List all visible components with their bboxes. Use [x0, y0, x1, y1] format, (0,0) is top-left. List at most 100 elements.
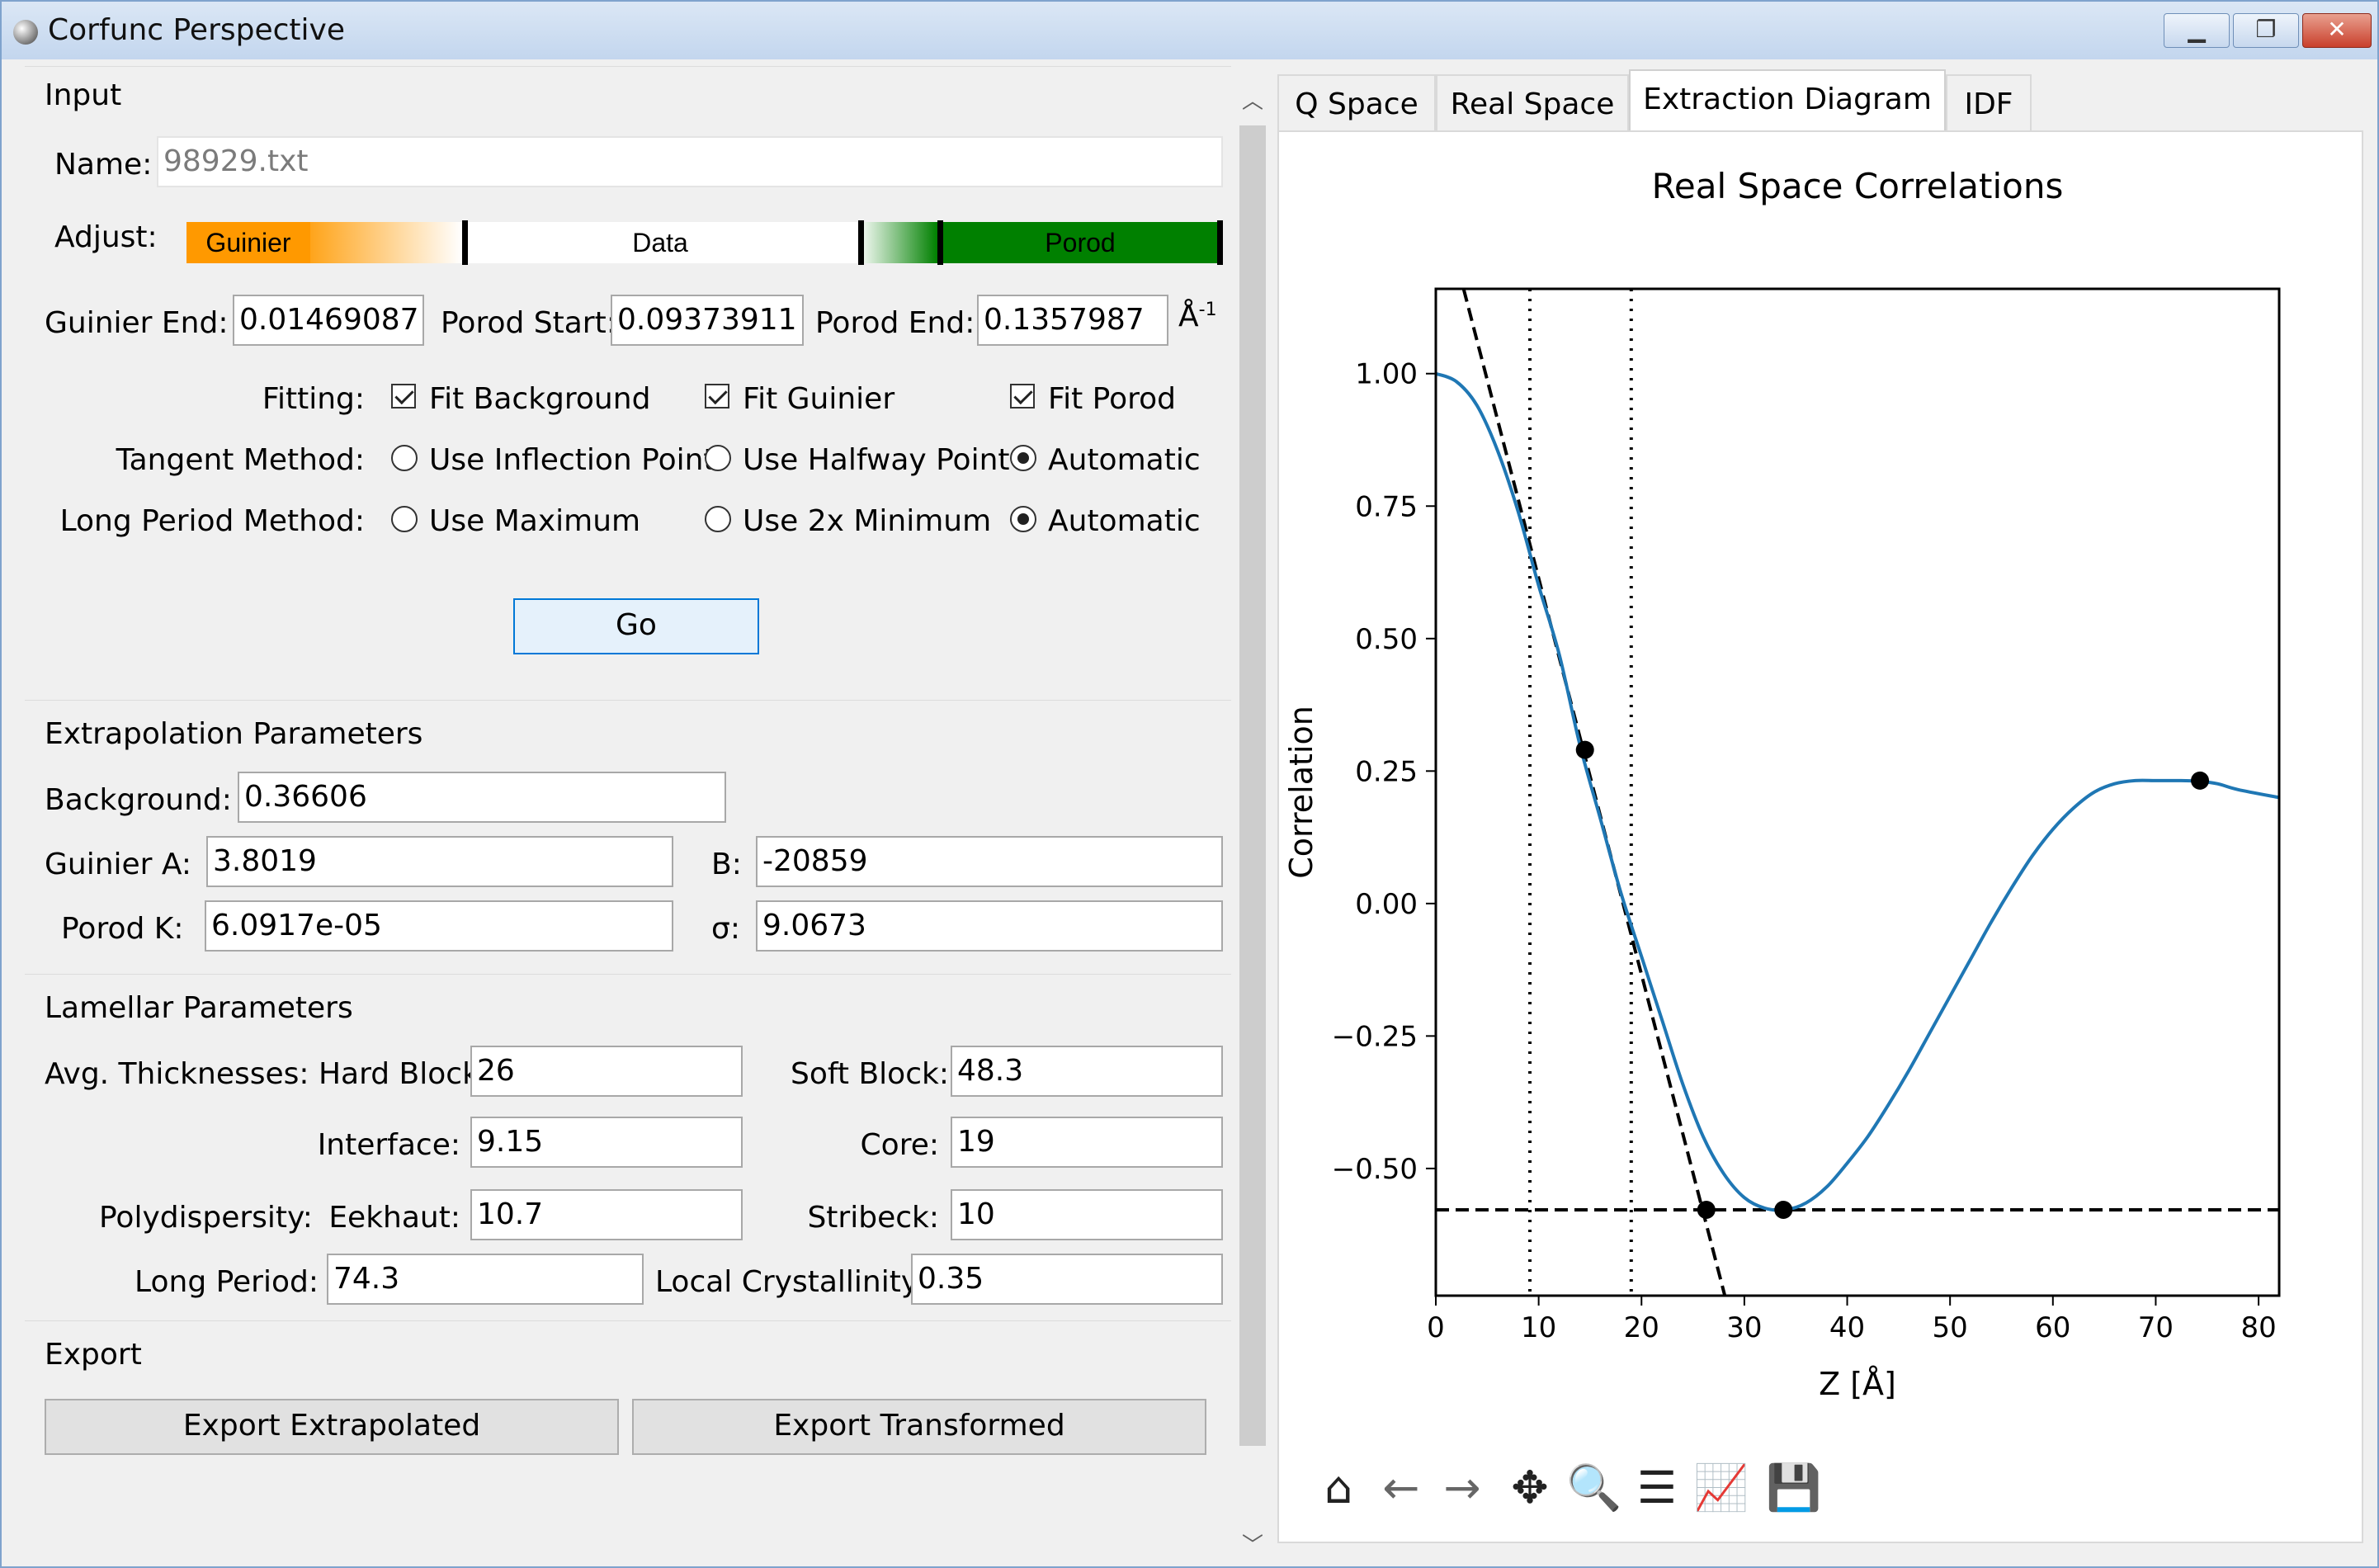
lp-maximum-label: Use Maximum — [429, 504, 641, 538]
guinier-b-field[interactable]: -20859 — [756, 836, 1223, 887]
y-tick-label: 0.75 — [1355, 490, 1418, 523]
app-icon — [13, 20, 38, 45]
input-group: Input Name: 98929.txt Adjust: Guinier Da… — [25, 66, 1231, 693]
tab-real-space[interactable]: Real Space — [1436, 74, 1629, 132]
porod-start-handle[interactable] — [858, 220, 864, 265]
guinier-end-handle[interactable] — [462, 220, 468, 265]
left-panel-scrollbar[interactable]: ︿ ﹀ — [1234, 76, 1271, 1561]
guinier-a-field[interactable]: 3.8019 — [206, 836, 673, 887]
lp-minimum-radio[interactable] — [705, 506, 731, 532]
porod-end-handle[interactable] — [1217, 220, 1223, 265]
export-transformed-button[interactable]: Export Transformed — [632, 1399, 1206, 1455]
porod-fade — [858, 222, 937, 263]
tangent-halfway-label: Use Halfway Point — [743, 443, 1010, 477]
scroll-up-icon[interactable]: ︿ — [1234, 84, 1271, 115]
background-label: Background: — [45, 783, 232, 817]
back-icon[interactable]: ← — [1375, 1459, 1428, 1517]
hard-block-field[interactable]: 26 — [470, 1046, 743, 1097]
porod-end-field[interactable]: 0.1357987 — [977, 295, 1168, 346]
eekhaut-field[interactable]: 10.7 — [470, 1189, 743, 1240]
guinier-end-field[interactable]: 0.01469087 — [233, 295, 424, 346]
long-period-label: Long Period: — [135, 1265, 319, 1299]
tangent-inflection-radio[interactable] — [391, 445, 418, 471]
soft-block-label: Soft Block: — [791, 1057, 949, 1091]
tangent-auto-radio[interactable] — [1010, 445, 1036, 471]
extrapolation-group: Extrapolation Parameters Background: 0.3… — [25, 700, 1231, 969]
fit-guinier-checkbox[interactable] — [705, 384, 729, 409]
fit-background-checkbox[interactable] — [391, 384, 416, 409]
y-tick-label: −0.25 — [1332, 1020, 1418, 1053]
tangent-halfway-radio[interactable] — [705, 445, 731, 471]
adjust-slider[interactable]: Guinier Data Porod — [186, 220, 1223, 265]
eekhaut-label: Eekhaut: — [328, 1201, 460, 1235]
local-crystallinity-field[interactable]: 0.35 — [911, 1254, 1223, 1305]
tangent-method-label: Tangent Method: — [116, 443, 365, 477]
data-region: Data — [462, 222, 858, 263]
interface-field[interactable]: 9.15 — [470, 1117, 743, 1168]
name-label: Name: — [54, 148, 153, 182]
porod-start-field[interactable]: 0.09373911 — [611, 295, 804, 346]
stribeck-field[interactable]: 10 — [951, 1189, 1223, 1240]
fit-background-label: Fit Background — [429, 382, 651, 416]
edit-axis-icon[interactable]: 📈 — [1693, 1459, 1749, 1517]
x-tick-label: 80 — [2240, 1311, 2276, 1344]
adjust-label: Adjust: — [54, 220, 158, 254]
sigma-field[interactable]: 9.0673 — [756, 900, 1223, 952]
porod-region: Porod — [937, 222, 1223, 263]
x-tick-label: 30 — [1726, 1311, 1762, 1344]
export-extrapolated-button[interactable]: Export Extrapolated — [45, 1399, 619, 1455]
unit-label: Å-1 — [1178, 300, 1217, 333]
tangent-auto-label: Automatic — [1048, 443, 1201, 477]
pan-icon[interactable]: ✥ — [1503, 1459, 1556, 1517]
guinier-b-label: B: — [711, 848, 742, 881]
maximize-button[interactable]: ❐ — [2233, 13, 2299, 48]
core-label: Core: — [860, 1128, 939, 1162]
tab-q-space[interactable]: Q Space — [1277, 74, 1436, 132]
chart-title: Real Space Correlations — [1652, 166, 2064, 206]
marker-point — [2191, 771, 2210, 790]
fit-porod-checkbox[interactable] — [1010, 384, 1035, 409]
tab-extraction-diagram[interactable]: Extraction Diagram — [1629, 69, 1946, 134]
marker-point — [1774, 1200, 1793, 1219]
background-field[interactable]: 0.36606 — [238, 772, 726, 823]
guinier-region: Guinier — [186, 222, 310, 263]
chart-xlabel: Z [Å] — [1819, 1366, 1896, 1402]
polydispersity-label: Polydispersity: — [99, 1201, 313, 1235]
name-field[interactable]: 98929.txt — [157, 136, 1223, 187]
tangent-inflection-label: Use Inflection Point — [429, 443, 715, 477]
scroll-down-icon[interactable]: ﹀ — [1234, 1528, 1271, 1559]
core-field[interactable]: 19 — [951, 1117, 1223, 1168]
interface-label: Interface: — [317, 1128, 460, 1162]
title-bar[interactable]: Corfunc Perspective ▁ ❐ ✕ — [2, 2, 2377, 59]
export-group: Export Export Extrapolated Export Transf… — [25, 1320, 1231, 1485]
guinier-end-label: Guinier End: — [45, 306, 229, 340]
lp-maximum-radio[interactable] — [391, 506, 418, 532]
configure-subplots-icon[interactable]: ☰ — [1631, 1459, 1683, 1517]
home-icon[interactable]: ⌂ — [1312, 1459, 1365, 1517]
chart-ylabel: Correlation — [1283, 706, 1319, 879]
guinier-fade — [310, 222, 462, 263]
hard-block-label: Avg. Thicknesses: Hard Block: — [45, 1057, 490, 1091]
x-tick-label: 20 — [1624, 1311, 1659, 1344]
input-group-title: Input — [45, 78, 122, 112]
zoom-icon[interactable]: 🔍 — [1566, 1459, 1621, 1517]
minimize-button[interactable]: ▁ — [2164, 13, 2230, 48]
soft-block-field[interactable]: 48.3 — [951, 1046, 1223, 1097]
forward-icon[interactable]: → — [1436, 1459, 1489, 1517]
go-button[interactable]: Go — [513, 598, 759, 654]
x-tick-label: 0 — [1427, 1311, 1445, 1344]
extrapolation-group-title: Extrapolation Parameters — [45, 717, 423, 751]
x-tick-label: 40 — [1829, 1311, 1865, 1344]
close-button[interactable]: ✕ — [2302, 13, 2372, 48]
save-icon[interactable]: 💾 — [1766, 1459, 1821, 1517]
lamellar-group: Lamellar Parameters Avg. Thicknesses: Ha… — [25, 974, 1231, 1315]
tab-idf[interactable]: IDF — [1946, 74, 2032, 132]
long-period-field[interactable]: 74.3 — [327, 1254, 644, 1305]
lp-auto-radio[interactable] — [1010, 506, 1036, 532]
porod-handle[interactable] — [937, 220, 943, 265]
correlation-chart[interactable]: Real Space Correlations Correlation Z [Å… — [1279, 132, 2362, 1419]
porod-k-field[interactable]: 6.0917e-05 — [205, 900, 673, 952]
corfunc-window: Corfunc Perspective ▁ ❐ ✕ Input Name: 98… — [0, 0, 2379, 1568]
scroll-thumb[interactable] — [1239, 125, 1266, 1446]
sigma-label: σ: — [711, 912, 740, 946]
